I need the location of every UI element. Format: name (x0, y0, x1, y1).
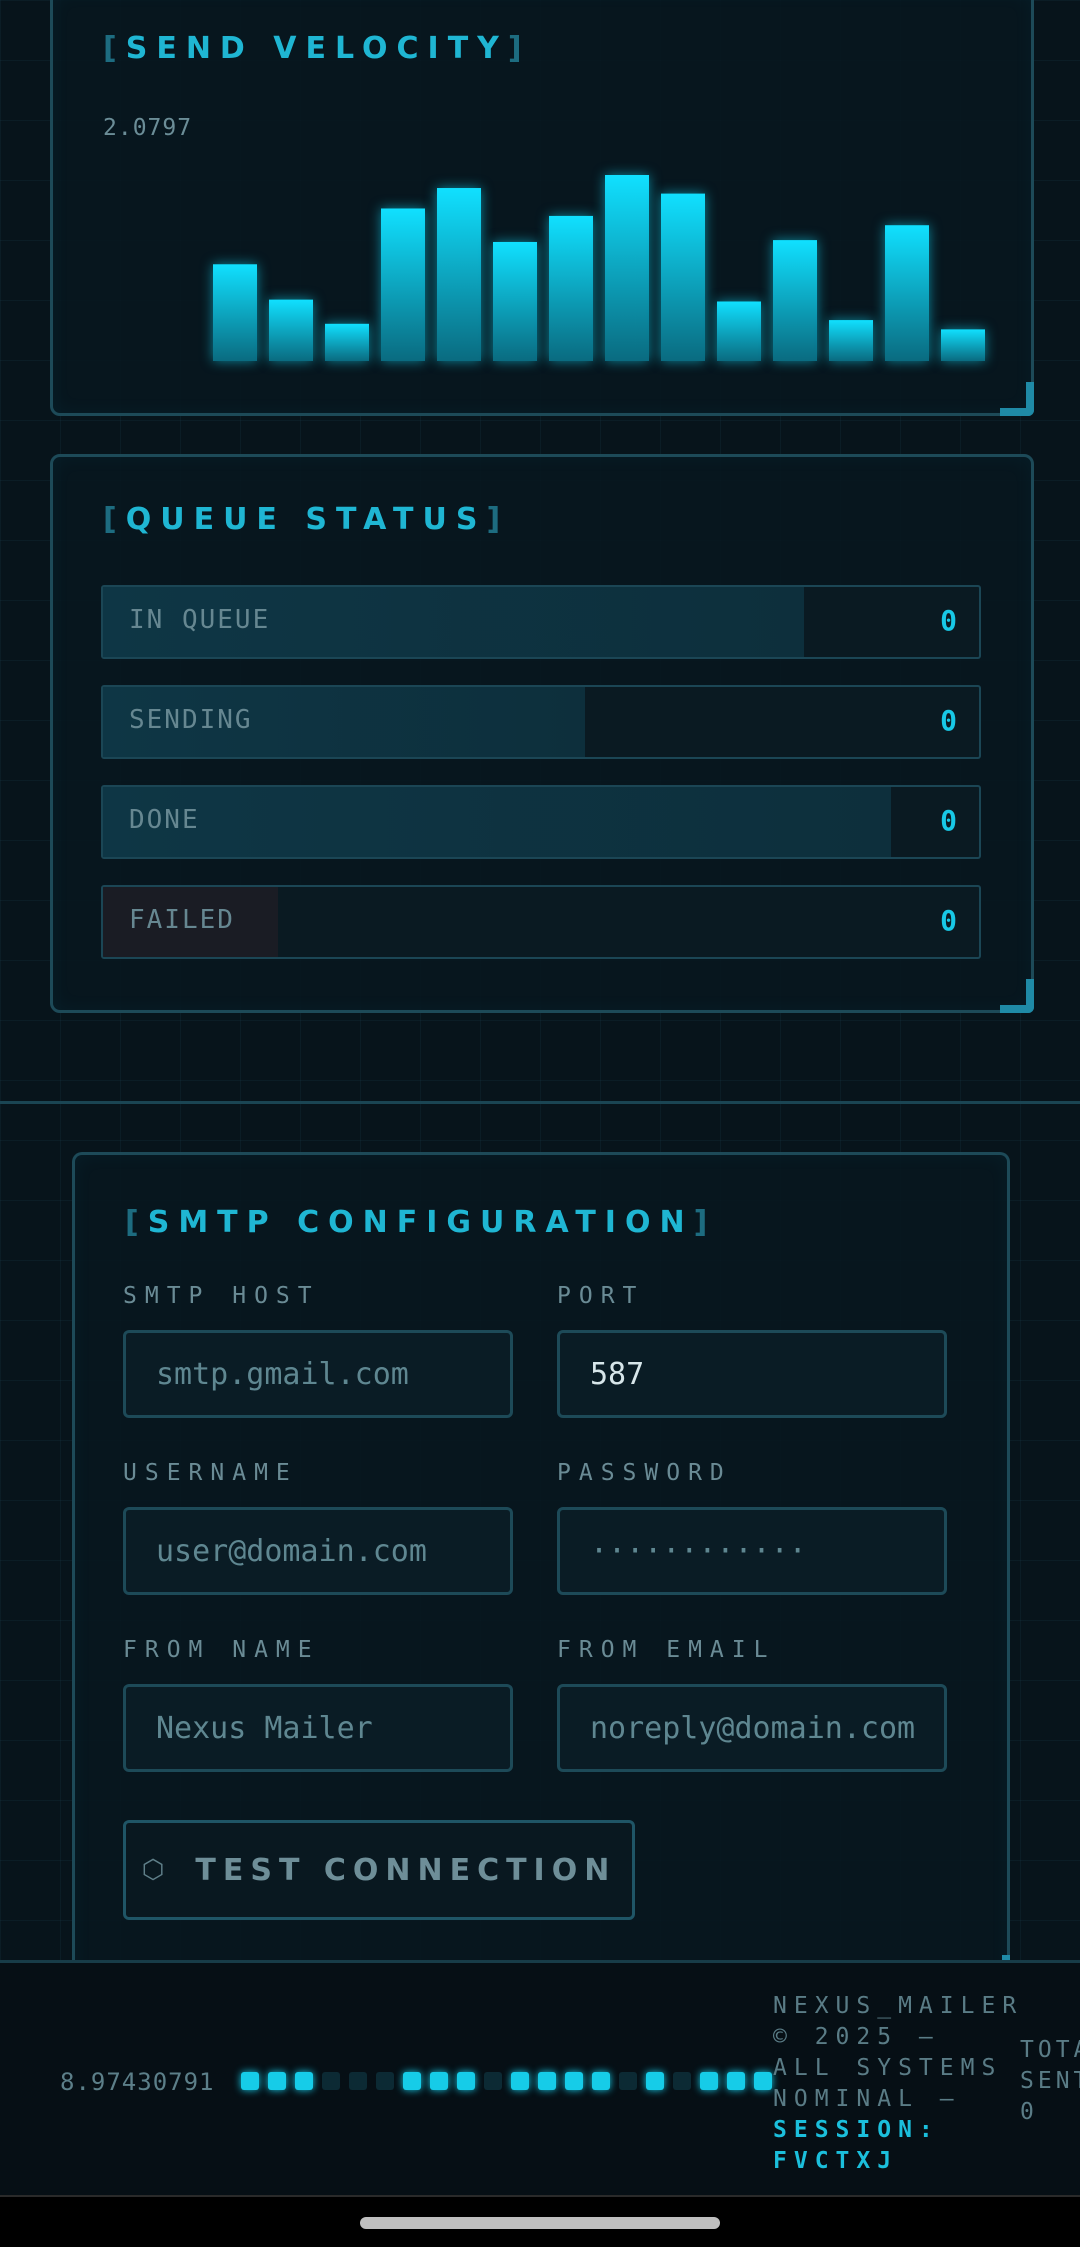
smtp-host-input[interactable] (123, 1330, 513, 1418)
led-indicator (268, 2072, 286, 2090)
queue-row-failed: FAILED 0 (101, 885, 981, 959)
port-input[interactable] (557, 1330, 947, 1418)
from-name-input[interactable] (123, 1684, 513, 1772)
queue-row-done: DONE 0 (101, 785, 981, 859)
queue-value: 0 (940, 604, 957, 637)
panel-title: [SMTP CONFIGURATION] (125, 1205, 717, 1240)
smtp-configuration-title: SMTP CONFIGURATION (147, 1205, 694, 1240)
led-indicator (700, 2072, 718, 2090)
queue-label: DONE (129, 805, 200, 835)
section-divider (0, 1101, 1080, 1104)
velocity-bar (213, 264, 257, 361)
home-indicator[interactable] (360, 2217, 720, 2229)
led-indicator (646, 2072, 664, 2090)
status-footer: 8.97430791 NEXUS_MAILER © 2025 — ALL SYS… (0, 1960, 1080, 2198)
led-indicator (484, 2072, 502, 2090)
smtp-host-label: SMTP HOST (123, 1283, 320, 1309)
send-velocity-panel: [SEND VELOCITY] 2.0797 (50, 0, 1034, 416)
queue-status-panel: [QUEUE STATUS] IN QUEUE 0 SENDING 0 DONE… (50, 454, 1034, 1013)
velocity-bar-chart (213, 175, 985, 361)
queue-fill (103, 787, 892, 857)
hexagon-icon: ⬡ (141, 1855, 172, 1885)
session-id: SESSION: FVCTXJ (773, 2117, 940, 2174)
velocity-bar (829, 320, 873, 361)
queue-row-sending: SENDING 0 (101, 685, 981, 759)
led-indicator (349, 2072, 367, 2090)
led-indicator (673, 2072, 691, 2090)
velocity-bar (773, 240, 817, 361)
from-name-label: FROM NAME (123, 1637, 320, 1663)
sent-value: 0 (1020, 2099, 1038, 2125)
system-navigation-area (0, 2195, 1080, 2247)
queue-status-title: QUEUE STATUS (125, 502, 487, 537)
queue-value: 0 (940, 704, 957, 737)
queue-row-in-queue: IN QUEUE 0 (101, 585, 981, 659)
led-indicator (619, 2072, 637, 2090)
led-indicator (511, 2072, 529, 2090)
panel-title: [QUEUE STATUS] (103, 502, 510, 537)
panel-corner-accent (1000, 979, 1034, 1013)
total-label: TOTAL (1020, 2037, 1080, 2063)
velocity-bar (885, 225, 929, 361)
led-indicator (538, 2072, 556, 2090)
velocity-bar (549, 215, 593, 361)
queue-label: FAILED (129, 905, 235, 935)
led-indicator (430, 2072, 448, 2090)
velocity-bar (661, 193, 705, 361)
led-indicator (457, 2072, 475, 2090)
panel-corner-accent (1000, 382, 1034, 416)
velocity-bar (381, 208, 425, 361)
username-label: USERNAME (123, 1460, 298, 1486)
velocity-bar (269, 299, 313, 361)
port-label: PORT (557, 1283, 645, 1309)
led-indicator (322, 2072, 340, 2090)
password-input[interactable] (557, 1507, 947, 1595)
queue-value: 0 (940, 804, 957, 837)
smtp-configuration-panel: [SMTP CONFIGURATION] SMTP HOST PORT USER… (72, 1152, 1010, 1989)
velocity-bar (437, 188, 481, 361)
password-label: PASSWORD (557, 1460, 732, 1486)
from-email-label: FROM EMAIL (557, 1637, 776, 1663)
led-indicator (754, 2072, 772, 2090)
velocity-bar (493, 241, 537, 361)
queue-label: IN QUEUE (129, 605, 271, 635)
test-connection-button[interactable]: ⬡ TEST CONNECTION (123, 1820, 635, 1920)
sent-label: SENT: (1020, 2068, 1080, 2094)
velocity-bar (941, 329, 985, 361)
from-email-input[interactable] (557, 1684, 947, 1772)
footer-stats: TOTAL SENT: 0 (1020, 2035, 1080, 2128)
velocity-bar (325, 323, 369, 361)
queue-label: SENDING (129, 705, 253, 735)
queue-value: 0 (940, 904, 957, 937)
username-input[interactable] (123, 1507, 513, 1595)
led-indicator (565, 2072, 583, 2090)
test-connection-label: TEST CONNECTION (195, 1852, 617, 1888)
footer-metric: 8.97430791 (60, 2068, 215, 2096)
led-indicator (403, 2072, 421, 2090)
led-indicator (592, 2072, 610, 2090)
footer-copyright: NEXUS_MAILER © 2025 — ALL SYSTEMS NOMINA… (773, 1991, 1023, 2177)
velocity-bar (717, 301, 761, 361)
led-indicator (241, 2072, 259, 2090)
velocity-bar (605, 175, 649, 361)
led-indicator (295, 2072, 313, 2090)
copyright-text: NEXUS_MAILER © 2025 — ALL SYSTEMS NOMINA… (773, 1993, 1024, 2112)
led-indicator (376, 2072, 394, 2090)
led-indicator (727, 2072, 745, 2090)
led-activity-strip (241, 2072, 772, 2092)
